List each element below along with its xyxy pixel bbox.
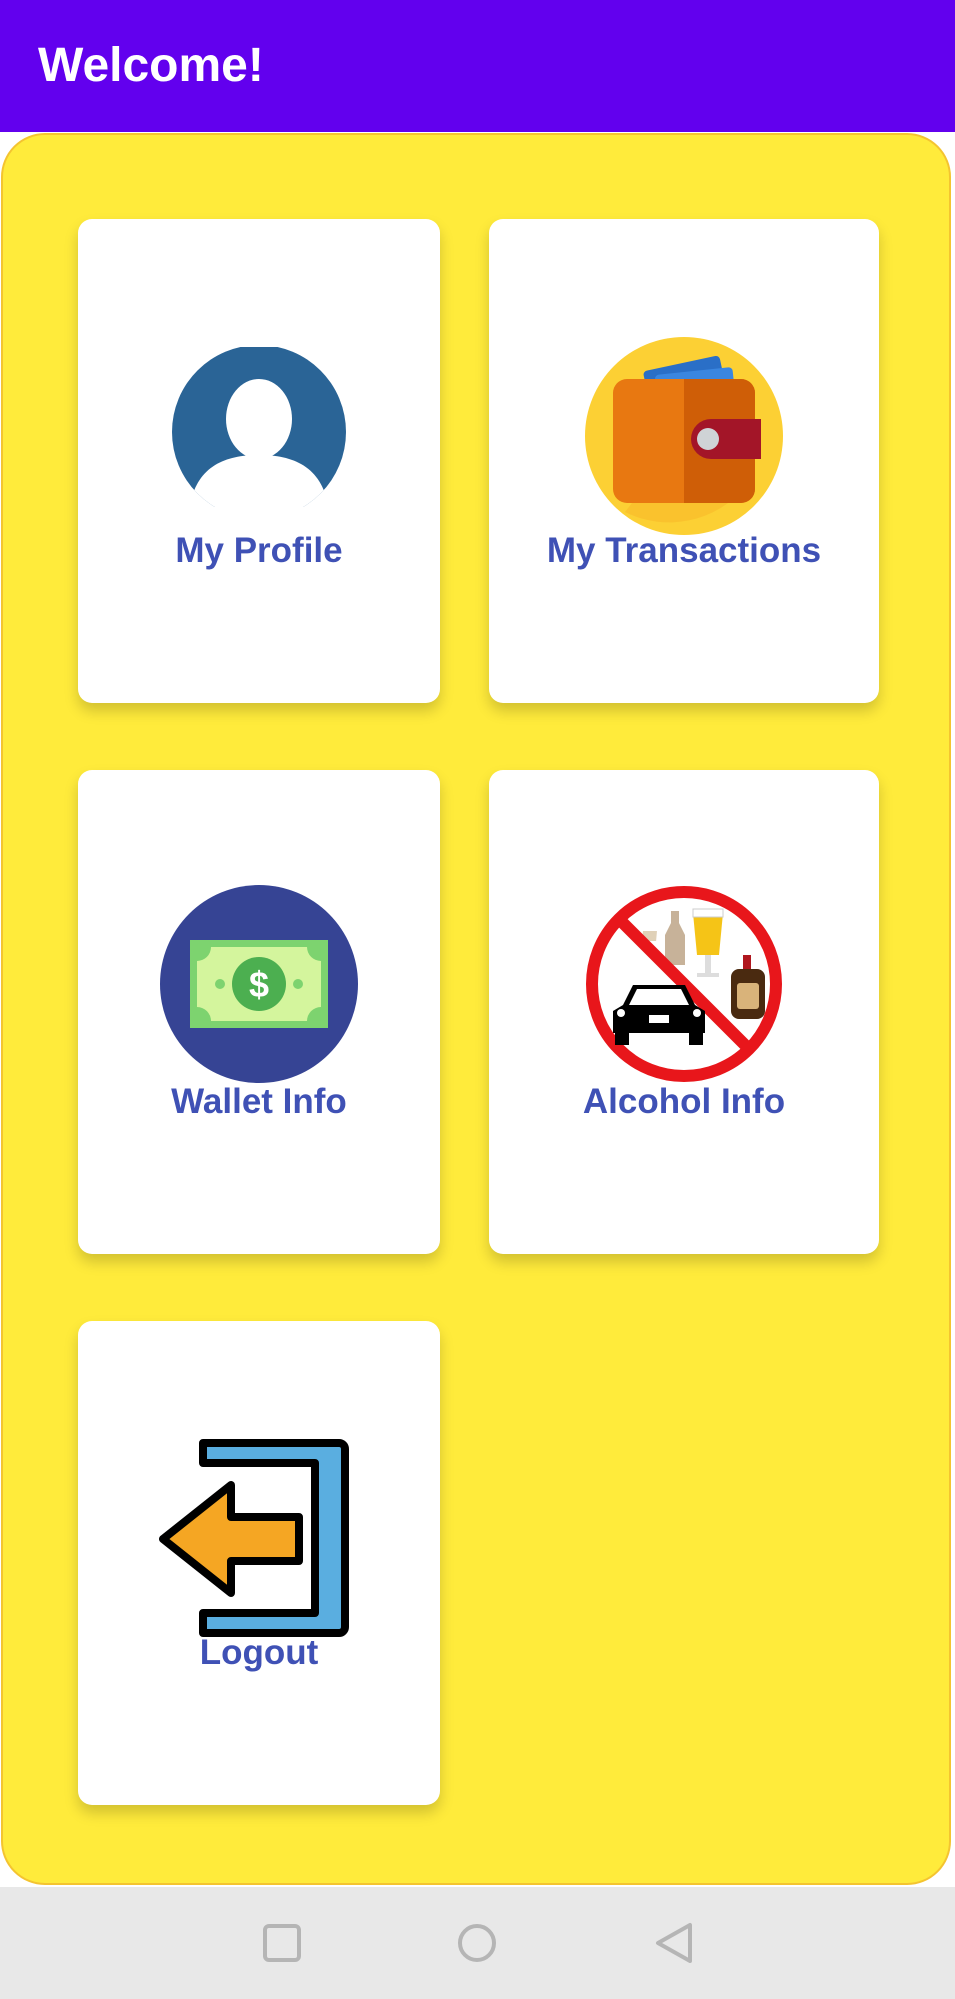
home-icon[interactable] <box>441 1907 513 1979</box>
svg-text:$: $ <box>249 964 269 1005</box>
my-profile-card[interactable]: My Profile <box>78 219 440 703</box>
page-title: Welcome! <box>38 39 264 92</box>
system-nav-bar <box>0 1887 955 1999</box>
app-bar: Welcome! <box>0 0 955 132</box>
card-label: Alcohol Info <box>582 1082 786 1121</box>
no-drink-drive-icon <box>586 886 782 1082</box>
wallet-info-card[interactable]: $ Wallet Info <box>78 770 440 1254</box>
logout-icon <box>159 1439 349 1637</box>
my-transactions-card[interactable]: My Transactions <box>489 219 879 703</box>
recents-icon[interactable] <box>246 1907 318 1979</box>
profile-icon <box>172 347 346 507</box>
card-label: My Transactions <box>546 531 822 570</box>
card-label: Logout <box>199 1633 319 1672</box>
card-label: My Profile <box>175 531 343 570</box>
alcohol-info-card[interactable]: Alcohol Info <box>489 770 879 1254</box>
main-panel: My Profile My Transactions $ Wallet Info… <box>1 133 951 1885</box>
wallet-icon <box>585 337 783 535</box>
money-icon: $ <box>160 885 358 1083</box>
logout-card[interactable]: Logout <box>78 1321 440 1805</box>
back-icon[interactable] <box>638 1907 710 1979</box>
card-label: Wallet Info <box>171 1082 347 1121</box>
